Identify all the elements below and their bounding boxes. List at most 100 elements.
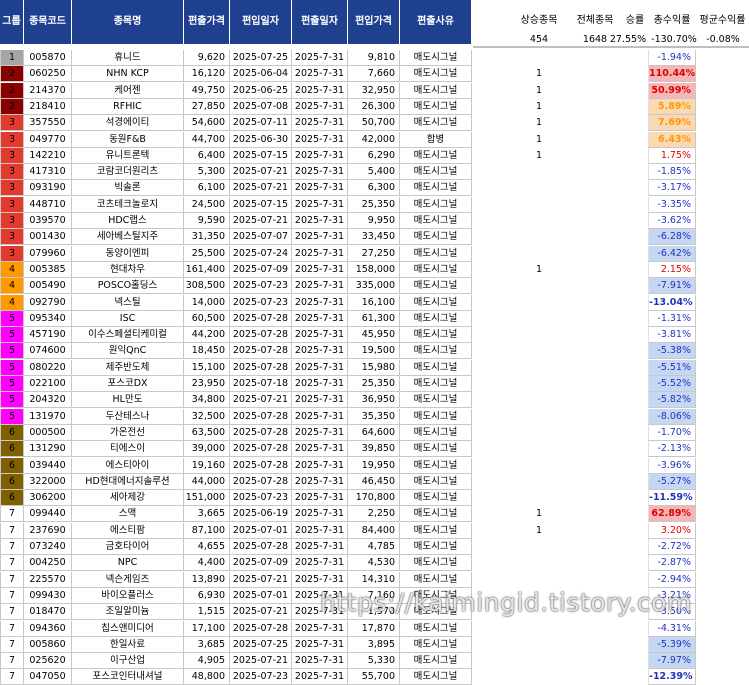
reason-cell[interactable]: 매도시그널 (400, 246, 472, 262)
in-date-cell[interactable]: 2025-07-09 (230, 555, 292, 571)
out-date-cell[interactable]: 2025-7-31 (292, 327, 348, 343)
out-date-cell[interactable]: 2025-7-31 (292, 278, 348, 294)
code-cell[interactable]: 237690 (24, 523, 72, 539)
in-price-cell[interactable]: 1,515 (184, 604, 230, 620)
out-date-cell[interactable]: 2025-7-31 (292, 213, 348, 229)
reason-cell[interactable]: 매도시그널 (400, 115, 472, 131)
out-date-cell[interactable]: 2025-7-31 (292, 311, 348, 327)
out-date-cell[interactable]: 2025-7-31 (292, 229, 348, 245)
up-flag-cell[interactable] (510, 343, 568, 359)
reason-cell[interactable]: 매도시그널 (400, 295, 472, 311)
up-flag-cell[interactable]: 1 (510, 99, 568, 115)
group-cell[interactable]: 6 (0, 490, 24, 506)
in-price-cell[interactable]: 44,700 (184, 132, 230, 148)
reason-cell[interactable]: 매도시그널 (400, 506, 472, 522)
name-cell[interactable]: 이수스페셜티케미컬 (72, 327, 184, 343)
out-price-cell[interactable]: 45,950 (348, 327, 400, 343)
in-date-cell[interactable]: 2025-07-09 (230, 262, 292, 278)
name-cell[interactable]: 한일사료 (72, 637, 184, 653)
code-cell[interactable]: 322000 (24, 474, 72, 490)
group-cell[interactable]: 3 (0, 246, 24, 262)
code-cell[interactable]: 092790 (24, 295, 72, 311)
name-cell[interactable]: 금호타이어 (72, 539, 184, 555)
reason-cell[interactable]: 매도시그널 (400, 539, 472, 555)
out-date-cell[interactable]: 2025-7-31 (292, 539, 348, 555)
return-cell[interactable]: 50.99% (648, 83, 696, 99)
reason-cell[interactable]: 매도시그널 (400, 474, 472, 490)
out-date-cell[interactable]: 2025-7-31 (292, 148, 348, 164)
in-price-cell[interactable]: 161,400 (184, 262, 230, 278)
out-date-cell[interactable]: 2025-7-31 (292, 295, 348, 311)
return-cell[interactable]: -12.39% (648, 669, 696, 685)
out-price-cell[interactable]: 39,850 (348, 441, 400, 457)
up-flag-cell[interactable] (510, 295, 568, 311)
out-date-cell[interactable]: 2025-7-31 (292, 164, 348, 180)
code-cell[interactable]: 131290 (24, 441, 72, 457)
out-price-cell[interactable]: 25,350 (348, 376, 400, 392)
up-flag-cell[interactable] (510, 539, 568, 555)
out-price-cell[interactable]: 158,000 (348, 262, 400, 278)
out-date-cell[interactable]: 2025-7-31 (292, 132, 348, 148)
header-out-date[interactable]: 편출일자 (292, 0, 348, 44)
in-date-cell[interactable]: 2025-07-28 (230, 425, 292, 441)
in-price-cell[interactable]: 49,750 (184, 83, 230, 99)
in-date-cell[interactable]: 2025-07-21 (230, 604, 292, 620)
code-cell[interactable]: 005490 (24, 278, 72, 294)
in-date-cell[interactable]: 2025-07-28 (230, 311, 292, 327)
code-cell[interactable]: 060250 (24, 66, 72, 82)
out-date-cell[interactable]: 2025-7-31 (292, 523, 348, 539)
out-price-cell[interactable]: 61,300 (348, 311, 400, 327)
in-price-cell[interactable]: 6,400 (184, 148, 230, 164)
code-cell[interactable]: 039570 (24, 213, 72, 229)
name-cell[interactable]: RFHIC (72, 99, 184, 115)
out-price-cell[interactable]: 2,250 (348, 506, 400, 522)
out-date-cell[interactable]: 2025-7-31 (292, 180, 348, 196)
group-cell[interactable]: 5 (0, 311, 24, 327)
out-price-cell[interactable]: 27,250 (348, 246, 400, 262)
group-cell[interactable]: 4 (0, 295, 24, 311)
in-date-cell[interactable]: 2025-07-24 (230, 246, 292, 262)
reason-cell[interactable]: 매도시그널 (400, 669, 472, 685)
in-price-cell[interactable]: 19,160 (184, 458, 230, 474)
code-cell[interactable]: 004250 (24, 555, 72, 571)
return-cell[interactable]: 3.20% (648, 523, 696, 539)
up-flag-cell[interactable]: 1 (510, 115, 568, 131)
group-cell[interactable]: 5 (0, 392, 24, 408)
group-cell[interactable]: 7 (0, 539, 24, 555)
up-flag-cell[interactable] (510, 197, 568, 213)
out-price-cell[interactable]: 33,450 (348, 229, 400, 245)
name-cell[interactable]: 이구산업 (72, 653, 184, 669)
group-cell[interactable]: 6 (0, 441, 24, 457)
code-cell[interactable]: 000500 (24, 425, 72, 441)
group-cell[interactable]: 5 (0, 327, 24, 343)
up-flag-cell[interactable] (510, 213, 568, 229)
code-cell[interactable]: 225570 (24, 572, 72, 588)
out-date-cell[interactable]: 2025-7-31 (292, 474, 348, 490)
in-date-cell[interactable]: 2025-07-28 (230, 539, 292, 555)
out-date-cell[interactable]: 2025-7-31 (292, 343, 348, 359)
return-cell[interactable]: 1.75% (648, 148, 696, 164)
header-reason[interactable]: 편출사유 (400, 0, 472, 44)
out-price-cell[interactable]: 3,895 (348, 637, 400, 653)
up-flag-cell[interactable] (510, 392, 568, 408)
in-price-cell[interactable]: 23,950 (184, 376, 230, 392)
return-cell[interactable]: 6.43% (648, 132, 696, 148)
in-date-cell[interactable]: 2025-07-21 (230, 653, 292, 669)
up-flag-cell[interactable] (510, 278, 568, 294)
reason-cell[interactable]: 매도시그널 (400, 409, 472, 425)
up-flag-cell[interactable] (510, 637, 568, 653)
name-cell[interactable]: 코츠테크놀로지 (72, 197, 184, 213)
up-flag-cell[interactable]: 1 (510, 148, 568, 164)
reason-cell[interactable]: 매도시그널 (400, 441, 472, 457)
out-price-cell[interactable]: 5,400 (348, 164, 400, 180)
code-cell[interactable]: 457190 (24, 327, 72, 343)
out-date-cell[interactable]: 2025-7-31 (292, 50, 348, 66)
in-date-cell[interactable]: 2025-07-01 (230, 588, 292, 604)
group-cell[interactable]: 1 (0, 50, 24, 66)
name-cell[interactable]: POSCO홀딩스 (72, 278, 184, 294)
out-price-cell[interactable]: 17,870 (348, 621, 400, 637)
out-price-cell[interactable]: 46,450 (348, 474, 400, 490)
up-flag-cell[interactable] (510, 572, 568, 588)
in-price-cell[interactable]: 6,100 (184, 180, 230, 196)
reason-cell[interactable]: 매도시그널 (400, 66, 472, 82)
